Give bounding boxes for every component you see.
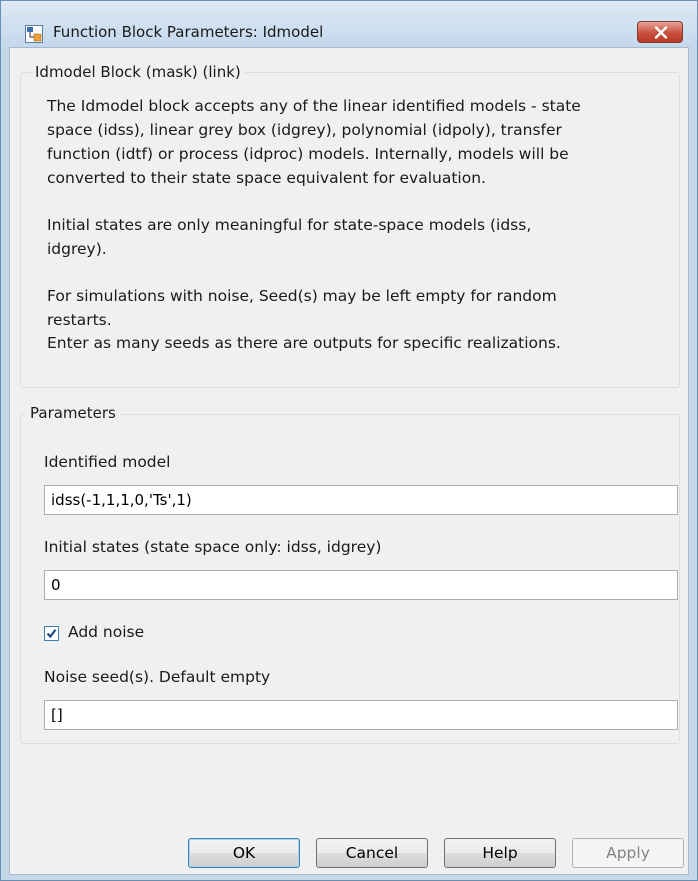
ok-button[interactable]: OK — [188, 838, 300, 868]
noise-seed-input[interactable] — [44, 700, 678, 730]
cancel-button[interactable]: Cancel — [316, 838, 428, 868]
initial-states-label: Initial states (state space only: idss, … — [44, 538, 382, 556]
description-line: converted to their state space equivalen… — [47, 169, 486, 187]
checkmark-icon — [46, 629, 57, 639]
dialog-client-area: Idmodel Block (mask) (link) The Idmodel … — [9, 47, 689, 875]
close-button[interactable] — [637, 21, 683, 43]
simulink-block-icon — [25, 25, 43, 43]
mask-group-legend: Idmodel Block (mask) (link) — [31, 63, 245, 81]
apply-button[interactable]: Apply — [572, 838, 684, 868]
identified-model-label: Identified model — [44, 453, 171, 471]
description-line: space (idss), linear grey box (idgrey), … — [47, 121, 562, 139]
description-line: idgrey). — [47, 240, 107, 258]
title-bar[interactable]: Function Block Parameters: Idmodel — [1, 1, 697, 47]
noise-seed-label: Noise seed(s). Default empty — [44, 668, 271, 686]
description-line: function (idtf) or process (idproc) mode… — [47, 145, 569, 163]
parameters-legend-label: Parameters — [26, 404, 120, 422]
add-noise-checkbox[interactable] — [44, 626, 59, 641]
mask-description-group: Idmodel Block (mask) (link) The Idmodel … — [20, 63, 680, 388]
help-button[interactable]: Help — [444, 838, 556, 868]
initial-states-input[interactable] — [44, 570, 678, 600]
description-line: The Idmodel block accepts any of the lin… — [47, 97, 581, 115]
window-title: Function Block Parameters: Idmodel — [53, 23, 324, 41]
description-line: Initial states are only meaningful for s… — [47, 216, 532, 234]
add-noise-label[interactable]: Add noise — [68, 623, 144, 641]
dialog-window: Function Block Parameters: Idmodel Idmod… — [0, 0, 698, 881]
close-icon — [654, 26, 668, 39]
identified-model-input[interactable] — [44, 485, 678, 515]
description-line: restarts. — [47, 311, 112, 329]
description-line: For simulations with noise, Seed(s) may … — [47, 287, 557, 305]
description-line: Enter as many seeds as there are outputs… — [47, 334, 561, 352]
